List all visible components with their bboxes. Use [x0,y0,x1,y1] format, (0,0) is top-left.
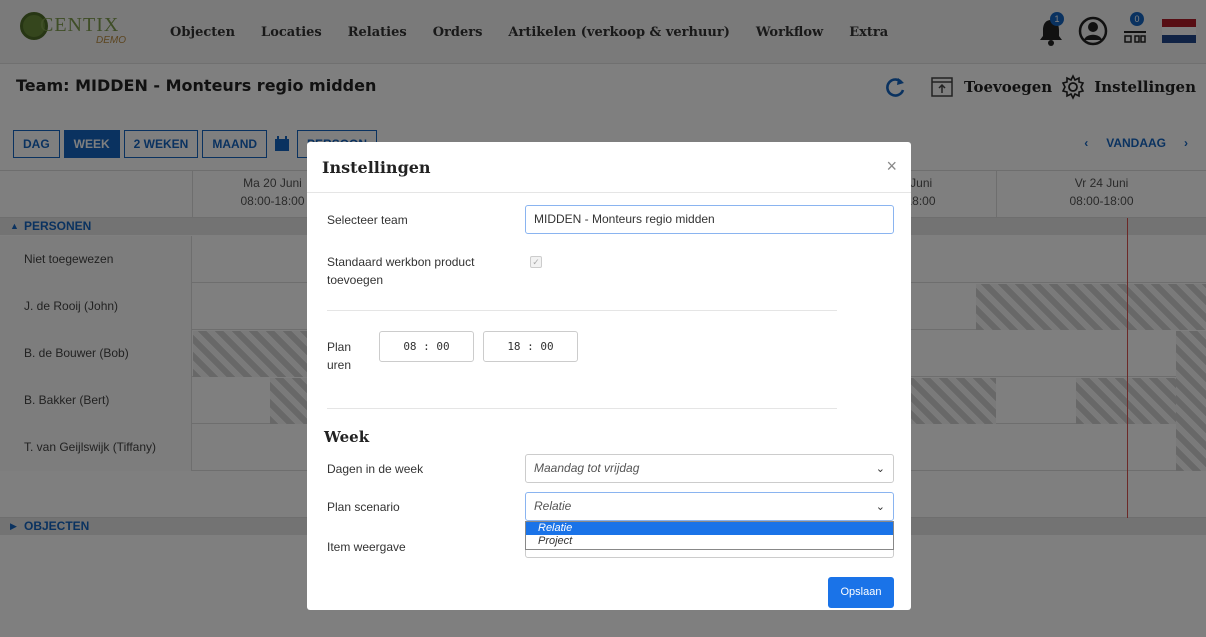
team-label: Selecteer team [327,213,408,227]
divider [327,408,837,409]
divider [327,310,837,311]
scenario-option-relatie[interactable]: Relatie [526,522,893,535]
settings-modal: Instellingen × Selecteer team MIDDEN - M… [307,142,911,610]
start-time-input[interactable]: 08 : 00 [379,331,474,362]
chevron-down-icon: ⌄ [875,501,885,513]
end-time-input[interactable]: 18 : 00 [483,331,578,362]
plan-label-line1: Plan [327,340,352,354]
days-select-value: Maandag tot vrijdag [534,461,640,475]
workorder-checkbox[interactable]: ✓ [530,256,542,268]
scenario-select[interactable]: Relatie ⌄ [525,492,894,521]
days-select[interactable]: Maandag tot vrijdag ⌄ [525,454,894,483]
team-input[interactable]: MIDDEN - Monteurs regio midden [525,205,894,234]
scenario-label: Plan scenario [327,500,400,514]
item-display-label: Item weergave [327,540,406,554]
modal-title: Instellingen [322,158,431,177]
week-heading: Week [324,428,370,446]
scenario-option-project[interactable]: Project [526,535,893,548]
scenario-select-value: Relatie [534,499,572,513]
modal-divider [307,192,911,193]
days-label: Dagen in de week [327,462,424,476]
plan-label-line2: uren [327,358,352,372]
close-icon[interactable]: × [886,156,897,177]
scenario-dropdown-list: Relatie Project [525,521,894,550]
save-button[interactable]: Opslaan [828,577,894,608]
workorder-label-line2: toevoegen [327,273,384,287]
workorder-label-line1: Standaard werkbon product [327,255,475,269]
chevron-down-icon: ⌄ [875,463,885,475]
